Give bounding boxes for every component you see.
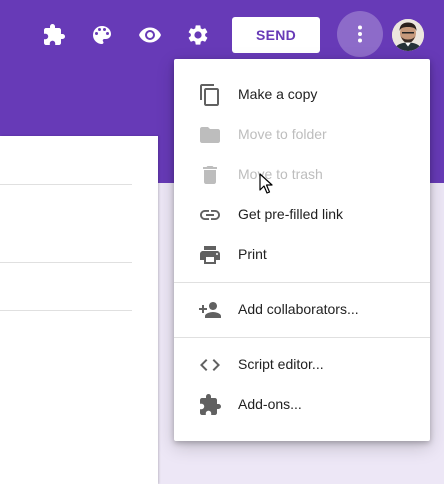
- menu-item-label: Print: [238, 246, 267, 262]
- divider: [0, 184, 132, 185]
- menu-item-label: Script editor...: [238, 356, 324, 372]
- form-card: [0, 136, 158, 484]
- menu-item-script-editor[interactable]: Script editor...: [174, 345, 430, 385]
- menu-item-add-collaborators[interactable]: Add collaborators...: [174, 290, 430, 330]
- menu-item-label: Add collaborators...: [238, 301, 359, 317]
- theme-button[interactable]: [86, 19, 118, 51]
- folder-icon: [198, 123, 222, 147]
- settings-button[interactable]: [182, 19, 214, 51]
- mouse-cursor-icon: [259, 173, 273, 194]
- divider: [0, 262, 132, 263]
- menu-item-label: Move to folder: [238, 126, 327, 142]
- puzzle-icon: [198, 393, 222, 417]
- copy-icon: [198, 83, 222, 107]
- link-icon: [198, 203, 222, 227]
- menu-item-make-copy[interactable]: Make a copy: [174, 75, 430, 115]
- menu-item-move-to-folder: Move to folder: [174, 115, 430, 155]
- menu-divider: [174, 337, 430, 338]
- menu-item-print[interactable]: Print: [174, 235, 430, 275]
- code-icon: [198, 353, 222, 377]
- menu-item-label: Make a copy: [238, 86, 318, 102]
- printer-icon: [198, 243, 222, 267]
- trash-icon: [198, 163, 222, 187]
- gear-icon: [188, 25, 208, 45]
- more-options-button[interactable]: [337, 11, 383, 57]
- menu-item-move-to-trash: Move to trash: [174, 155, 430, 195]
- menu-item-addons[interactable]: Add-ons...: [174, 385, 430, 425]
- add-people-icon: [198, 298, 222, 322]
- divider: [0, 310, 132, 311]
- more-vert-icon: [358, 25, 362, 43]
- menu-item-label: Get pre-filled link: [238, 206, 344, 222]
- eye-icon: [139, 27, 161, 43]
- addons-button[interactable]: [38, 19, 70, 51]
- palette-icon: [93, 26, 111, 44]
- more-options-menu: Make a copy Move to folder Move to trash…: [174, 59, 430, 441]
- avatar[interactable]: [392, 19, 424, 51]
- send-button[interactable]: SEND: [232, 17, 320, 53]
- menu-item-label: Move to trash: [238, 166, 323, 182]
- menu-divider: [174, 282, 430, 283]
- menu-item-label: Add-ons...: [238, 396, 302, 412]
- preview-button[interactable]: [134, 19, 166, 51]
- puzzle-icon: [44, 24, 65, 45]
- menu-item-prefilled-link[interactable]: Get pre-filled link: [174, 195, 430, 235]
